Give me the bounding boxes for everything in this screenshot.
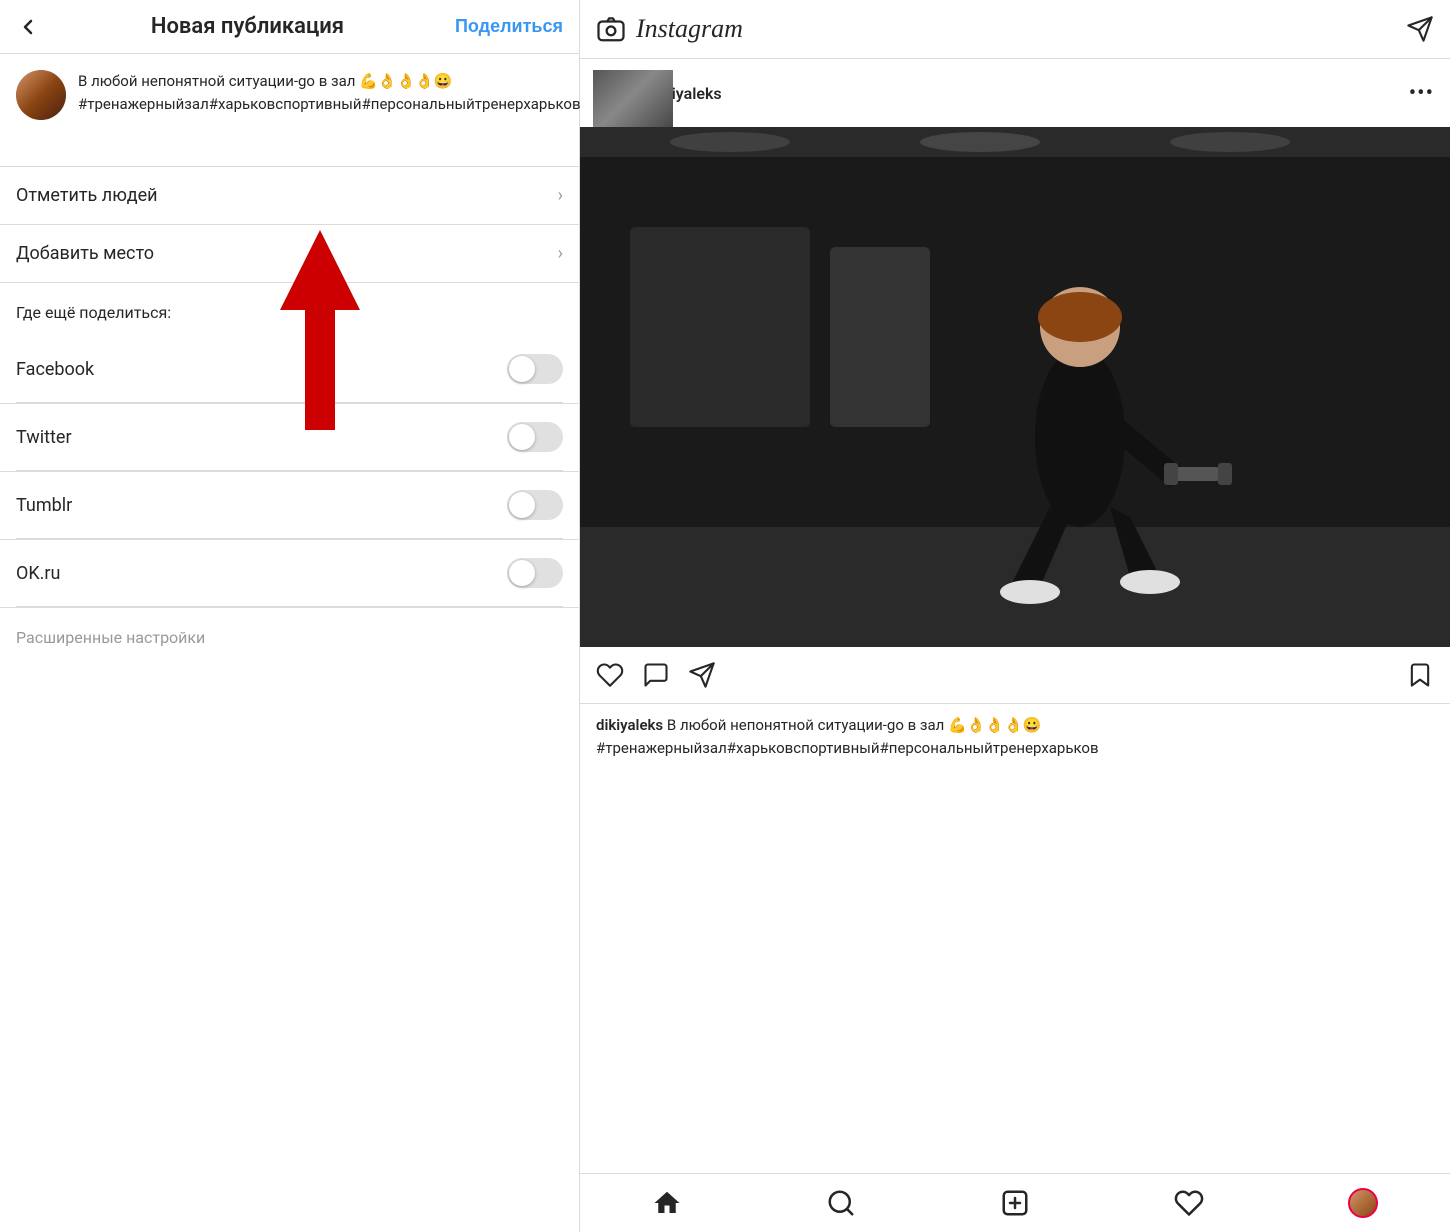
- tag-people-label: Отметить людей: [16, 185, 158, 206]
- comment-icon[interactable]: [642, 661, 670, 689]
- activity-nav-icon[interactable]: [1174, 1188, 1204, 1218]
- instagram-logo-text: Instagram: [636, 14, 743, 44]
- tumblr-toggle[interactable]: [507, 490, 563, 520]
- chevron-right-icon: ›: [558, 185, 563, 206]
- post-caption: В любой непонятной ситуации-go в зал 💪👌👌…: [78, 70, 581, 115]
- ig-post-caption: dikiyaleks В любой непонятной ситуации-g…: [580, 704, 1450, 773]
- facebook-toggle[interactable]: [507, 354, 563, 384]
- more-options-icon[interactable]: •••: [1409, 81, 1434, 106]
- caption-text: В любой непонятной ситуации-go в зал 💪👌👌…: [78, 70, 581, 93]
- advanced-settings-label: Расширенные настройки: [16, 628, 205, 647]
- toggle-knob-okru: [509, 560, 535, 586]
- tag-people-item[interactable]: Отметить людей ›: [0, 167, 579, 225]
- okru-label: OK.ru: [16, 563, 60, 584]
- share-section-title: Где ещё поделиться:: [16, 303, 563, 322]
- caption-username[interactable]: dikiyaleks: [596, 716, 663, 734]
- send-icon[interactable]: [1406, 15, 1434, 43]
- toggle-knob-facebook: [509, 356, 535, 382]
- toggle-knob-twitter: [509, 424, 535, 450]
- caption-hashtags: #тренажерныйзал#харьковспортивный#персон…: [78, 93, 581, 116]
- ig-post-header: dikiyaleks •••: [580, 59, 1450, 127]
- instagram-logo-area: Instagram: [596, 14, 743, 44]
- caption-hashtags: #тренажерныйзал#харьковспортивный#персон…: [596, 739, 1099, 757]
- ig-bottom-nav: [580, 1173, 1450, 1232]
- camera-icon: [596, 14, 626, 44]
- twitter-label: Twitter: [16, 427, 72, 448]
- left-header: Новая публикация Поделиться: [0, 0, 579, 54]
- back-button[interactable]: [16, 15, 40, 39]
- caption-body: В любой непонятной ситуации-go в зал 💪👌👌…: [667, 716, 1042, 734]
- ig-action-left: [596, 661, 716, 689]
- advanced-settings[interactable]: Расширенные настройки: [0, 608, 579, 667]
- home-nav-icon[interactable]: [652, 1188, 682, 1218]
- ig-main-image: [580, 127, 1450, 647]
- share-post-icon[interactable]: [688, 661, 716, 689]
- right-panel: Instagram dikiyaleks •••: [580, 0, 1450, 1232]
- post-preview: В любой непонятной ситуации-go в зал 💪👌👌…: [0, 54, 579, 167]
- tumblr-label: Tumblr: [16, 495, 72, 516]
- twitter-row[interactable]: Twitter: [16, 404, 563, 471]
- page-title: Новая публикация: [151, 14, 344, 39]
- left-panel: Новая публикация Поделиться В любой непо…: [0, 0, 580, 1232]
- okru-toggle[interactable]: [507, 558, 563, 588]
- add-nav-icon[interactable]: [1000, 1188, 1030, 1218]
- post-avatar: [16, 70, 66, 120]
- like-icon[interactable]: [596, 661, 624, 689]
- instagram-header: Instagram: [580, 0, 1450, 59]
- search-nav-icon[interactable]: [826, 1188, 856, 1218]
- ig-image-inner: [580, 127, 1450, 647]
- add-location-label: Добавить место: [16, 243, 154, 264]
- add-location-item[interactable]: Добавить место ›: [0, 225, 579, 283]
- twitter-toggle[interactable]: [507, 422, 563, 452]
- facebook-label: Facebook: [16, 359, 94, 380]
- toggle-knob-tumblr: [509, 492, 535, 518]
- ig-action-bar: [580, 647, 1450, 704]
- chevron-right-icon-2: ›: [558, 243, 563, 264]
- bookmark-icon[interactable]: [1406, 661, 1434, 689]
- share-button[interactable]: Поделиться: [455, 16, 563, 37]
- share-section: Где ещё поделиться:: [0, 283, 579, 336]
- tumblr-row[interactable]: Tumblr: [16, 472, 563, 539]
- facebook-row[interactable]: Facebook: [16, 336, 563, 403]
- okru-row[interactable]: OK.ru: [16, 540, 563, 607]
- profile-nav-avatar[interactable]: [1348, 1188, 1378, 1218]
